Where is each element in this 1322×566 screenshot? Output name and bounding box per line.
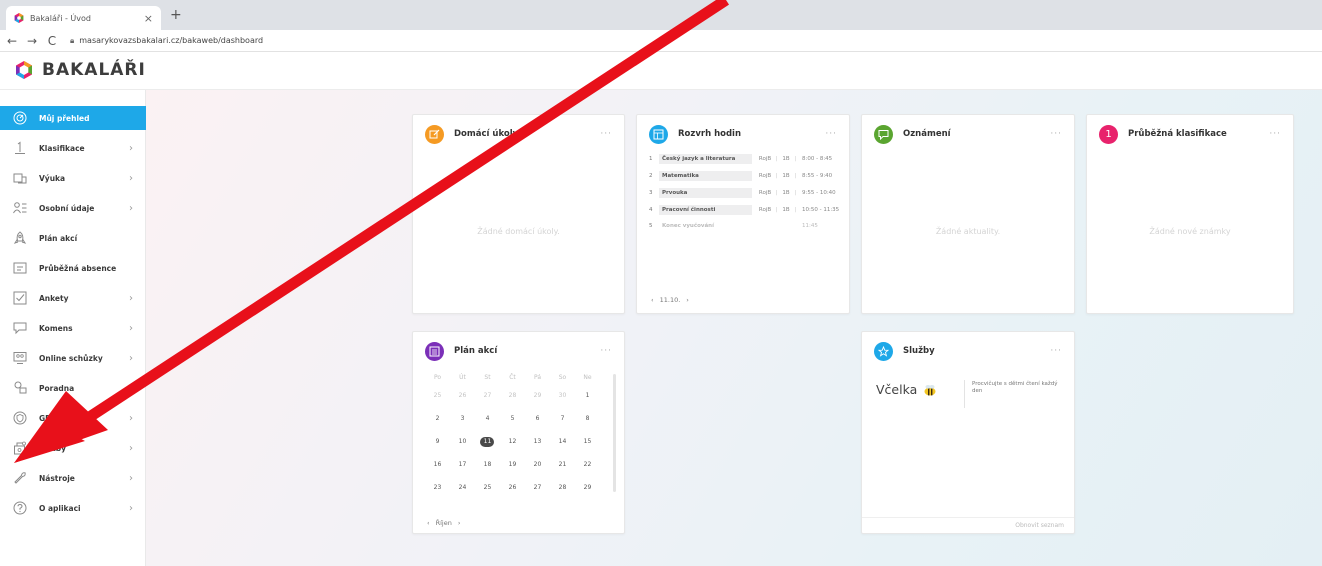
arrow-head-fill — [14, 391, 108, 463]
arrow-shaft — [84, 0, 730, 423]
annotation-arrow — [14, 0, 730, 463]
